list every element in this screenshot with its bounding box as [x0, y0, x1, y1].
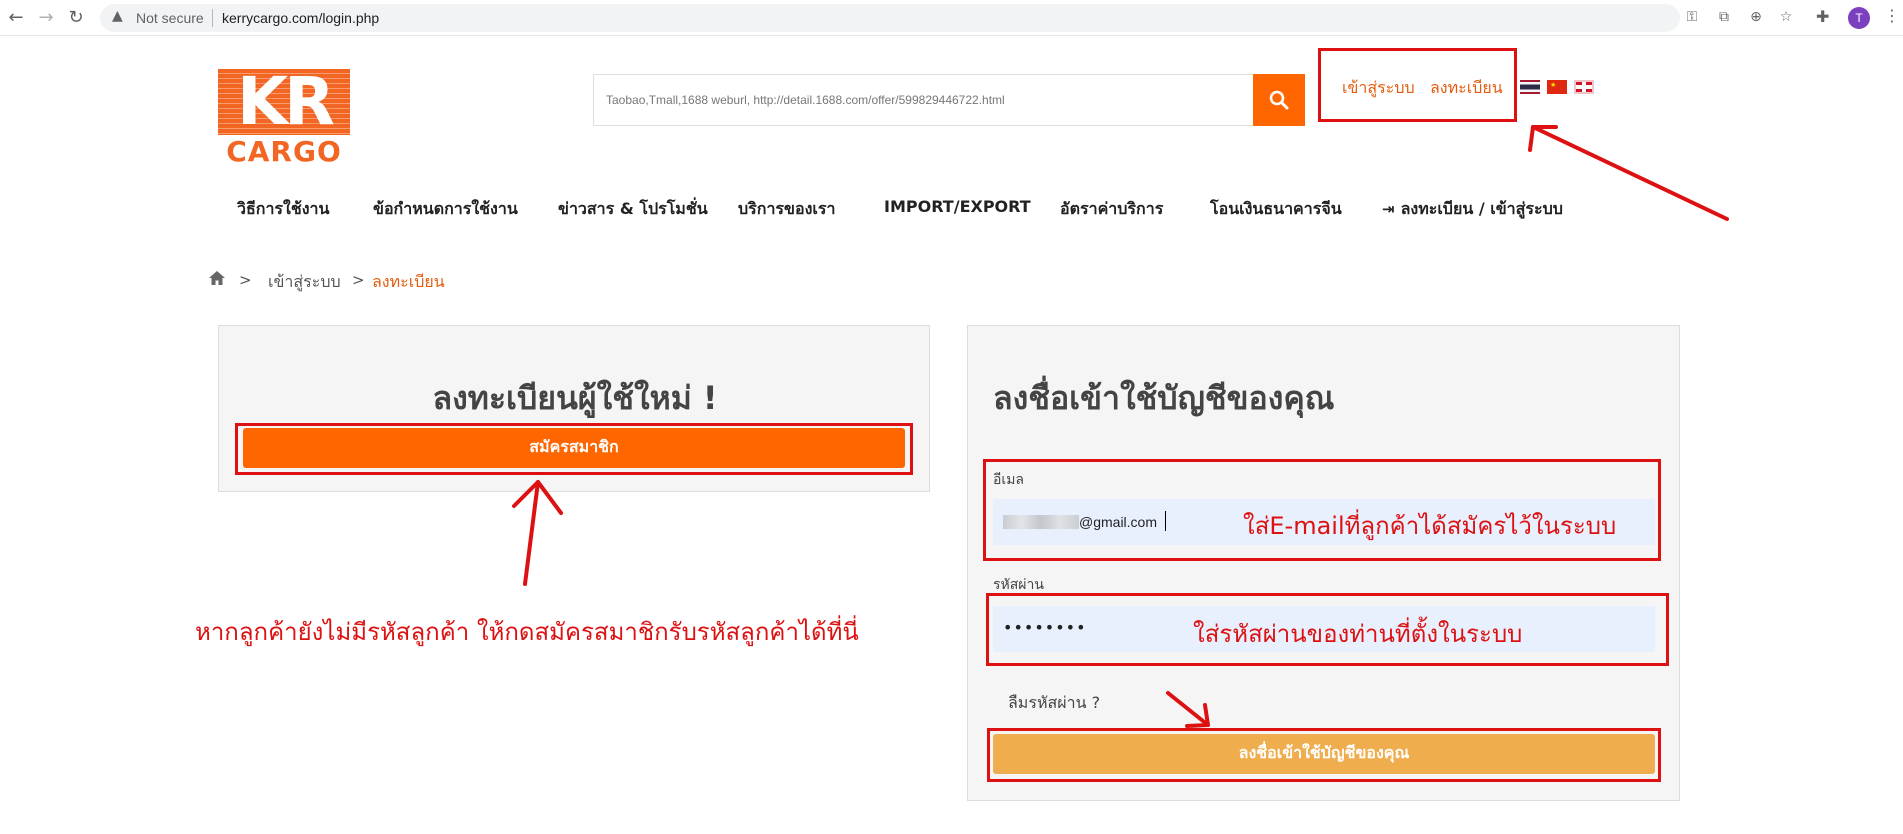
arrow-to-sign-up	[523, 480, 540, 586]
arrow-to-top-links	[1531, 125, 1729, 221]
arrow-to-login-button	[1166, 691, 1210, 727]
annotation-arrows	[512, 125, 1729, 728]
